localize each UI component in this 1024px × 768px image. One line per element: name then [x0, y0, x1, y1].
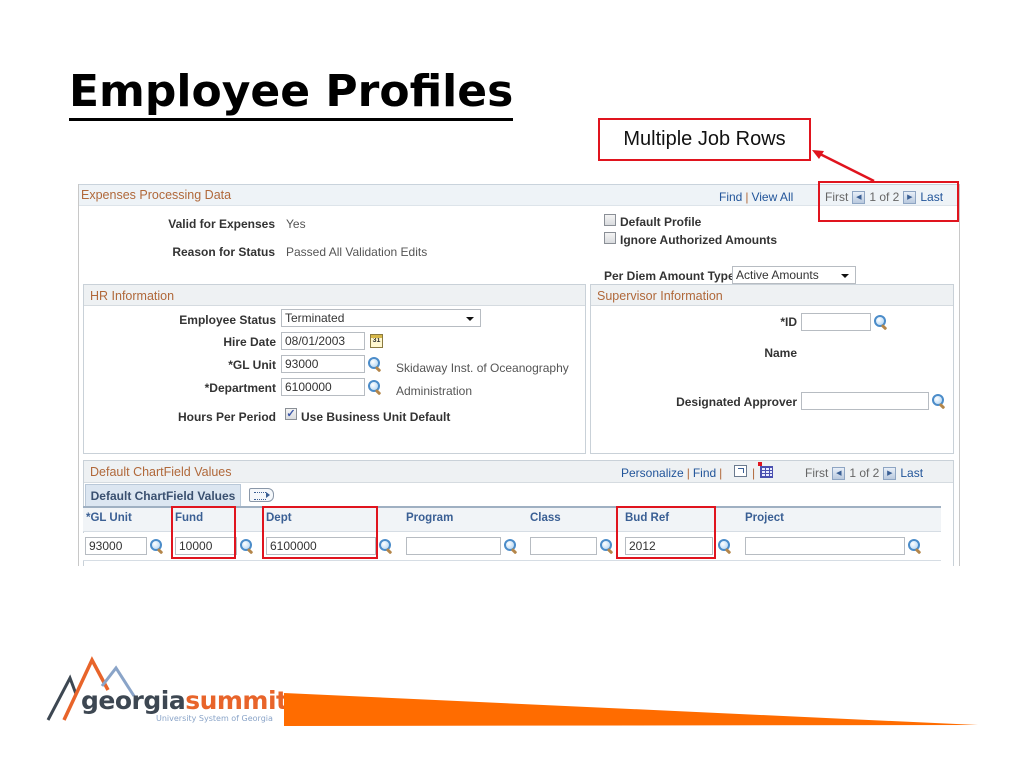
default-profile-checkbox[interactable] — [604, 214, 616, 226]
employee-status-value: Terminated — [285, 311, 345, 325]
chartfield-toolbar: Personalize | Find | — [621, 466, 725, 480]
supervisor-title: Supervisor Information — [597, 289, 723, 303]
cf-project-input[interactable] — [745, 537, 905, 555]
last-link[interactable]: Last — [900, 466, 923, 480]
logo-subtitle: University System of Georgia — [156, 714, 273, 723]
supervisor-id-label: *ID — [780, 315, 797, 329]
separator: | — [686, 466, 690, 480]
logo-word-georgia: georgia — [81, 686, 186, 715]
chartfield-title: Default ChartField Values — [90, 465, 232, 479]
use-bu-default-checkbox[interactable]: ✓ — [285, 408, 297, 420]
supervisor-information-box: Supervisor Information *ID Name Designat… — [590, 284, 954, 454]
gl-unit-description: Skidaway Inst. of Oceanography — [396, 361, 569, 375]
valid-for-expenses-label: Valid for Expenses — [168, 217, 275, 231]
find-link[interactable]: Find — [693, 466, 716, 480]
hire-date-input[interactable]: 08/01/2003 — [281, 332, 365, 350]
cf-bud-ref-lookup-icon[interactable] — [718, 539, 732, 553]
department-input[interactable]: 6100000 — [281, 378, 365, 396]
show-all-columns-icon[interactable] — [249, 488, 274, 502]
cf-fund-lookup-icon[interactable] — [240, 539, 254, 553]
reason-for-status-label: Reason for Status — [172, 245, 275, 259]
slide-title: Employee Profiles — [69, 70, 514, 121]
department-lookup-icon[interactable] — [368, 380, 382, 394]
valid-for-expenses-value: Yes — [286, 217, 306, 231]
find-link[interactable]: Find — [719, 190, 742, 204]
chevron-down-icon — [841, 274, 849, 278]
per-diem-value: Active Amounts — [736, 268, 819, 282]
employee-status-select[interactable]: Terminated — [281, 309, 481, 327]
cf-dept-lookup-icon[interactable] — [379, 539, 393, 553]
view-all-link[interactable]: View All — [751, 190, 793, 204]
department-description: Administration — [396, 384, 473, 398]
hours-per-period-label: Hours Per Period — [177, 410, 276, 424]
next-row-button[interactable]: ▶ — [883, 466, 897, 480]
callout-multiple-job-rows: Multiple Job Rows — [598, 118, 811, 161]
col-project[interactable]: Project — [745, 512, 784, 524]
prev-row-button[interactable]: ◀ — [832, 466, 846, 480]
designated-approver-input[interactable] — [801, 392, 929, 410]
logo-wordmark: georgiasummit — [81, 686, 288, 715]
chartfield-row-nav: First ◀ 1 of 2 ▶ Last — [805, 466, 923, 480]
row-count: 1 of 2 — [849, 466, 880, 480]
cf-program-input[interactable] — [406, 537, 501, 555]
per-diem-label: Per Diem Amount Type — [604, 269, 735, 283]
use-bu-default-label: Use Business Unit Default — [301, 410, 451, 424]
reason-for-status-value: Passed All Validation Edits — [286, 245, 428, 259]
default-profile-label: Default Profile — [620, 215, 702, 229]
col-program[interactable]: Program — [406, 512, 453, 524]
col-gl-unit[interactable]: *GL Unit — [86, 512, 132, 524]
gl-unit-label: *GL Unit — [228, 358, 276, 372]
download-grid-icon[interactable] — [758, 462, 773, 478]
highlight-dept — [262, 506, 378, 559]
gl-unit-lookup-icon[interactable] — [368, 357, 382, 371]
personalize-link[interactable]: Personalize — [621, 466, 684, 480]
highlight-fund — [171, 506, 236, 559]
new-window-icon[interactable] — [734, 465, 747, 477]
calendar-icon[interactable]: 31 — [370, 334, 383, 348]
per-diem-select[interactable]: Active Amounts — [732, 266, 856, 284]
separator: | — [719, 466, 723, 480]
logo-word-summit: summit — [185, 686, 288, 715]
cf-class-input[interactable] — [530, 537, 597, 555]
department-label: *Department — [204, 381, 276, 395]
gl-unit-input[interactable]: 93000 — [281, 355, 365, 373]
designated-approver-lookup-icon[interactable] — [932, 394, 946, 408]
chevron-down-icon — [466, 317, 474, 321]
cf-program-lookup-icon[interactable] — [504, 539, 518, 553]
expenses-title: Expenses Processing Data — [81, 188, 232, 202]
first-label[interactable]: First — [805, 466, 828, 480]
hire-date-label: Hire Date — [223, 335, 276, 349]
supervisor-name-label: Name — [764, 346, 797, 360]
supervisor-id-lookup-icon[interactable] — [874, 315, 888, 329]
cf-gl-unit-input[interactable]: 93000 — [85, 537, 147, 555]
ignore-authorized-amounts-label: Ignore Authorized Amounts — [620, 233, 778, 247]
cf-gl-unit-lookup-icon[interactable] — [150, 539, 164, 553]
hr-information-box: HR Information Employee Status Terminate… — [83, 284, 586, 454]
designated-approver-label: Designated Approver — [676, 395, 797, 409]
highlight-row-nav — [818, 181, 959, 222]
supervisor-id-input[interactable] — [801, 313, 871, 331]
col-class[interactable]: Class — [530, 512, 561, 524]
employee-status-label: Employee Status — [179, 313, 276, 327]
tab-default-chartfield-values[interactable]: Default ChartField Values — [85, 484, 241, 506]
separator: | — [752, 466, 756, 480]
ignore-authorized-amounts-checkbox[interactable] — [604, 232, 616, 244]
highlight-bud-ref — [616, 506, 716, 559]
cf-project-lookup-icon[interactable] — [908, 539, 922, 553]
cf-class-lookup-icon[interactable] — [600, 539, 614, 553]
expenses-toolbar: Find | View All — [719, 190, 793, 204]
hr-title: HR Information — [90, 289, 175, 303]
